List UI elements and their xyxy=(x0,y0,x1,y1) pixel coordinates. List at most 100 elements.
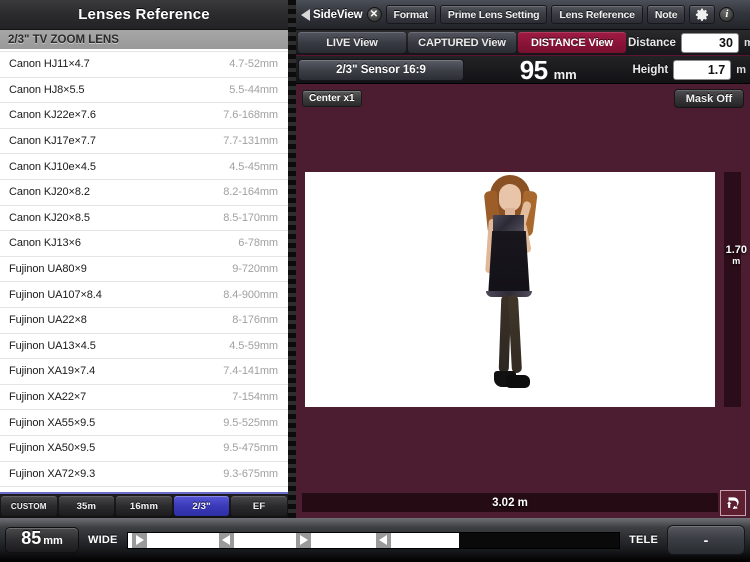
lens-name: Fujinon UA80×9 xyxy=(9,263,87,275)
zoom-step-forward-icon[interactable] xyxy=(296,533,311,548)
sensor-format-segment-custom[interactable]: CUSTOM xyxy=(1,496,57,516)
zoom-control-bar: 85 mm WIDE TELE - xyxy=(0,518,750,562)
center-zoom-button[interactable]: Center x1 xyxy=(302,90,362,107)
gear-icon[interactable] xyxy=(689,5,715,24)
lens-name: Canon KJ22e×7.6 xyxy=(9,109,96,121)
lens-range: 9.5-475mm xyxy=(223,442,278,454)
back-button[interactable]: SideView xyxy=(300,9,363,21)
height-field-group: Height 1.7 m xyxy=(632,60,748,80)
table-row[interactable]: Canon HJ8×5.5 5.5-44mm xyxy=(0,78,288,104)
table-row[interactable]: Fujinon UA80×99-720mm xyxy=(0,257,288,283)
wide-label: WIDE xyxy=(88,534,118,546)
toolbar-button-format[interactable]: Format xyxy=(386,5,436,24)
zoom-slider-fill xyxy=(128,533,459,548)
zoom-slider-segment xyxy=(234,533,296,548)
lens-range: 7.7-131mm xyxy=(223,135,278,147)
table-row[interactable]: Fujinon UA13×4.5 4.5-59mm xyxy=(0,334,288,360)
lens-range: 5.5-44mm xyxy=(229,84,278,96)
width-indicator-bar: 3.02 m xyxy=(302,493,718,512)
lens-name: Canon KJ20×8.2 xyxy=(9,186,90,198)
zoom-slider-segment xyxy=(391,533,455,548)
lens-list-scroll-area[interactable]: 2/3" TV ZOOM LENS 8.5-128mm Canon HJ11×4… xyxy=(0,30,288,518)
zoom-step-forward-icon[interactable] xyxy=(132,533,147,548)
focal-length-readout[interactable]: 85 mm xyxy=(5,527,79,553)
lens-name: Fujinon UA13×4.5 xyxy=(9,340,96,352)
width-indicator-label: 3.02 m xyxy=(492,497,528,509)
sensor-format-segmented-control[interactable]: CUSTOM35m16mm2/3"EF xyxy=(0,492,288,518)
table-row[interactable]: Canon KJ17e×7.7 7.7-131mm xyxy=(0,129,288,155)
page-title: Lenses Reference xyxy=(78,6,210,23)
height-label: Height xyxy=(632,64,668,76)
lens-range: 8.2-164mm xyxy=(223,186,278,198)
sensor-format-segment-35m[interactable]: 35m xyxy=(59,496,115,516)
app-window: Lenses Reference 2/3" TV ZOOM LENS 8.5-1… xyxy=(0,0,750,562)
table-row[interactable]: Fujinon XA72×9.39.3-675mm xyxy=(0,462,288,488)
toolbar-button-note[interactable]: Note xyxy=(647,5,686,24)
lens-name: Canon HJ11×4.7 xyxy=(9,58,90,70)
toolbar-button-lens-reference[interactable]: Lens Reference xyxy=(551,5,642,24)
toolbar-button-prime-lens-setting[interactable]: Prime Lens Setting xyxy=(440,5,548,24)
framing-preview xyxy=(305,172,715,407)
tab-live-view[interactable]: LIVE View xyxy=(298,32,406,53)
lens-list: Canon HJ11×4.7 4.7-52mm Canon HJ8×5.5 5.5-4… xyxy=(0,52,288,487)
main-panel: SideView ✕ FormatPrime Lens SettingLens … xyxy=(296,0,750,518)
lens-name: Fujinon XA55×9.5 xyxy=(9,417,95,429)
lens-name: Canon HJ8×5.5 xyxy=(9,84,84,96)
lens-range: 6-78mm xyxy=(238,237,278,249)
table-row[interactable]: Fujinon XA55×9.59.5-525mm xyxy=(0,410,288,436)
section-header-label: 2/3" TV ZOOM LENS xyxy=(8,34,119,46)
focal-length-value: 95 xyxy=(520,57,548,83)
lens-name: Fujinon XA22×7 xyxy=(9,391,86,403)
subject-figure xyxy=(450,175,570,397)
table-row[interactable]: Fujinon UA107×8.48.4-900mm xyxy=(0,282,288,308)
table-row[interactable]: Fujinon XA22×77-154mm xyxy=(0,385,288,411)
sensor-format-segment-2-3[interactable]: 2/3" xyxy=(174,496,230,516)
zoom-slider-segment xyxy=(147,533,219,548)
info-icon[interactable]: i xyxy=(719,7,734,22)
table-row[interactable]: Canon KJ22e×7.67.6-168mm xyxy=(0,103,288,129)
focal-length-display: 95 mm xyxy=(464,57,632,83)
lens-name: Fujinon XA72×9.3 xyxy=(9,468,95,480)
table-row[interactable]: Fujinon XA19×7.47.4-141mm xyxy=(0,359,288,385)
table-row[interactable]: Canon HJ11×4.7 4.7-52mm xyxy=(0,52,288,78)
distance-view-viewport[interactable]: Center x1 Mask Off xyxy=(296,84,750,518)
height-indicator-bar xyxy=(724,172,741,407)
lens-name: Fujinon XA19×7.4 xyxy=(9,365,95,377)
lens-name: Fujinon XA50×9.5 xyxy=(9,442,95,454)
tab-distance-view[interactable]: DISTANCE View xyxy=(518,32,626,53)
toolbar-button-group: FormatPrime Lens SettingLens Reference No… xyxy=(386,5,686,24)
mask-toggle-button[interactable]: Mask Off xyxy=(674,89,744,108)
sensor-format-segment-ef[interactable]: EF xyxy=(231,496,287,516)
lens-name: Canon KJ17e×7.7 xyxy=(9,135,96,147)
zoom-slider[interactable] xyxy=(127,532,621,549)
sensor-format-button[interactable]: 2/3" Sensor 16:9 xyxy=(298,59,464,81)
table-row[interactable]: Canon KJ20×8.58.5-170mm xyxy=(0,206,288,232)
lenses-reference-sidebar: Lenses Reference 2/3" TV ZOOM LENS 8.5-1… xyxy=(0,0,288,518)
tele-label: TELE xyxy=(629,534,658,546)
lens-name: Canon KJ20×8.5 xyxy=(9,212,90,224)
height-indicator-label: 1.70 m xyxy=(726,245,747,266)
lens-range: 4.5-45mm xyxy=(229,161,278,173)
rotate-icon[interactable] xyxy=(720,490,746,516)
table-row[interactable]: Canon KJ13×66-78mm xyxy=(0,231,288,257)
distance-input[interactable]: 30 xyxy=(681,33,739,53)
height-indicator-unit: m xyxy=(726,257,747,266)
zoom-step-back-icon[interactable] xyxy=(376,533,391,548)
table-row[interactable]: Canon KJ10e×4.54.5-45mm xyxy=(0,154,288,180)
lens-name: Fujinon UA107×8.4 xyxy=(9,289,102,301)
zoom-step-back-icon[interactable] xyxy=(219,533,234,548)
table-row[interactable]: Canon KJ20×8.2 8.2-164mm xyxy=(0,180,288,206)
panel-divider xyxy=(288,0,296,518)
table-row[interactable]: Fujinon UA22×88-176mm xyxy=(0,308,288,334)
lens-range: 4.5-59mm xyxy=(229,340,278,352)
table-row[interactable]: Fujinon XA50×9.5 9.5-475mm xyxy=(0,436,288,462)
height-indicator-value: 1.70 xyxy=(726,244,747,256)
tab-captured-view[interactable]: CAPTURED View xyxy=(408,32,516,53)
sensor-format-segment-16mm[interactable]: 16mm xyxy=(116,496,172,516)
lens-range: 4.7-52mm xyxy=(229,58,278,70)
zoom-out-button[interactable]: - xyxy=(667,525,745,555)
close-icon[interactable]: ✕ xyxy=(367,7,382,22)
zoom-slider-thumb[interactable] xyxy=(455,533,459,548)
height-input[interactable]: 1.7 xyxy=(673,60,731,80)
focal-readout-unit: mm xyxy=(43,535,63,547)
